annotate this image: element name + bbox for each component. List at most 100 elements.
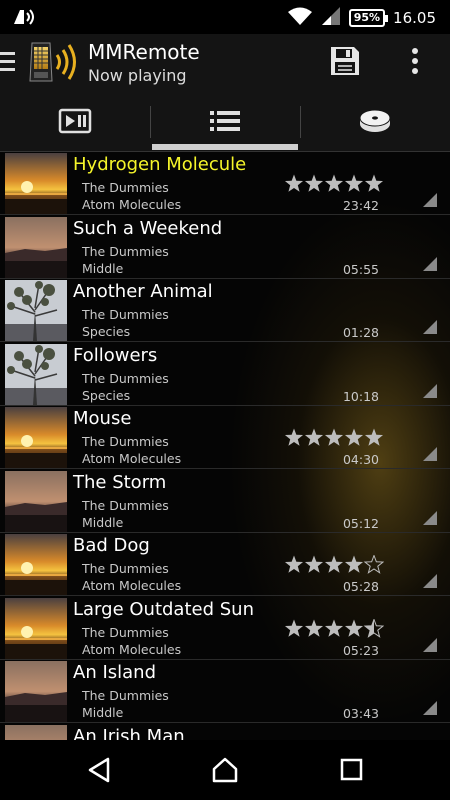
track-row[interactable]: An Irish Man <box>0 724 450 741</box>
star-filled-icon <box>344 619 364 637</box>
star-filled-icon <box>344 428 364 446</box>
track-artist: The Dummies <box>82 688 169 703</box>
album-art-thumbnail <box>5 216 67 278</box>
rating-stars[interactable] <box>284 174 384 194</box>
track-album: Atom Molecules <box>82 578 182 593</box>
notification-icon <box>12 7 38 31</box>
home-icon[interactable] <box>211 756 239 784</box>
app-title: MMRemote <box>88 40 200 64</box>
track-duration: 10:18 <box>342 388 379 404</box>
list-tab-icon <box>208 107 242 139</box>
track-title: The Storm <box>73 471 167 493</box>
star-filled-icon <box>344 174 364 192</box>
star-filled-icon <box>324 619 344 637</box>
track-row[interactable]: Followers The Dummies Species 10:18 <box>0 343 450 406</box>
app-subtitle: Now playing <box>88 66 187 85</box>
track-title: Another Animal <box>73 281 213 302</box>
star-filled-icon <box>284 619 304 637</box>
track-album: Middle <box>82 260 124 276</box>
row-menu-corner-icon[interactable] <box>423 383 437 398</box>
star-filled-icon <box>364 428 384 446</box>
track-row[interactable]: Bad Dog The Dummies Atom Molecules 05:28 <box>0 533 450 596</box>
signal-icon <box>321 6 341 30</box>
star-filled-icon <box>324 555 344 573</box>
wifi-icon <box>287 6 313 30</box>
navigation-bar <box>0 740 450 800</box>
tab-list[interactable] <box>150 92 300 152</box>
track-row[interactable]: The Storm The Dummies Middle 05:12 <box>0 470 450 533</box>
app-logo[interactable] <box>22 41 84 85</box>
track-row[interactable]: Hydrogen Molecule The Dummies Atom Molecul… <box>0 152 450 215</box>
track-artist: The Dummies <box>82 180 169 195</box>
album-art-thumbnail <box>5 661 67 722</box>
album-art-thumbnail <box>5 724 67 740</box>
album-art-thumbnail <box>5 280 67 341</box>
star-filled-icon <box>324 174 344 192</box>
track-title: Such a Weekend <box>73 217 223 239</box>
menu-icon[interactable] <box>0 52 15 76</box>
track-title: Hydrogen Molecule <box>73 154 247 175</box>
track-artist: The Dummies <box>82 561 169 576</box>
track-album: Atom Molecules <box>82 197 182 212</box>
track-row[interactable]: Such a Weekend The Dummies Middle 05:55 <box>0 216 450 279</box>
row-menu-corner-icon[interactable] <box>423 574 437 588</box>
overflow-icon[interactable] <box>406 46 424 78</box>
star-filled-icon <box>324 428 344 446</box>
track-duration: 05:28 <box>342 579 379 594</box>
tab-playback[interactable] <box>0 92 150 152</box>
star-filled-icon <box>284 555 304 573</box>
recents-icon[interactable] <box>338 756 366 784</box>
track-album: Species <box>82 324 131 339</box>
album-art-thumbnail <box>5 407 67 468</box>
track-row[interactable]: An Island The Dummies Middle 03:43 <box>0 660 450 723</box>
track-row[interactable]: Mouse The Dummies Atom Molecules 04:30 <box>0 406 450 469</box>
star-filled-icon <box>284 428 304 446</box>
row-menu-corner-icon[interactable] <box>423 256 437 271</box>
tab-bar <box>0 92 450 152</box>
rating-stars[interactable] <box>284 618 384 639</box>
star-filled-icon <box>304 428 324 446</box>
track-album: Atom Molecules <box>82 641 182 657</box>
track-list[interactable]: Hydrogen Molecule The Dummies Atom Molecul… <box>0 152 450 740</box>
star-filled-icon <box>304 555 324 573</box>
track-duration: 01:28 <box>342 325 379 340</box>
star-filled-icon <box>344 555 364 573</box>
tab-selected-indicator <box>152 144 298 150</box>
track-duration: 04:30 <box>342 452 379 467</box>
row-menu-corner-icon[interactable] <box>423 637 437 652</box>
track-row[interactable]: Large Outdated Sun The Dummies Atom Molecu… <box>0 597 450 660</box>
track-artist: The Dummies <box>82 434 169 449</box>
album-art-thumbnail <box>5 534 67 595</box>
star-filled-icon <box>304 619 324 637</box>
back-icon[interactable] <box>86 756 114 784</box>
track-title: Bad Dog <box>73 535 150 556</box>
track-duration: 23:42 <box>342 198 379 213</box>
row-menu-corner-icon[interactable] <box>423 320 437 334</box>
rating-stars[interactable] <box>284 555 384 575</box>
album-art-thumbnail <box>5 470 67 532</box>
clock: 16.05 <box>393 9 436 27</box>
track-title: Mouse <box>73 408 132 429</box>
row-menu-corner-icon[interactable] <box>423 701 437 715</box>
album-art-thumbnail <box>5 597 67 659</box>
row-menu-corner-icon[interactable] <box>423 510 437 525</box>
save-icon[interactable] <box>328 44 362 78</box>
disc-tab-icon <box>358 107 392 139</box>
star-empty-icon <box>363 555 384 574</box>
track-artist: The Dummies <box>82 624 169 640</box>
battery-icon: 95% <box>348 9 389 27</box>
track-title: An Irish Man <box>73 725 185 741</box>
tab-disc[interactable] <box>300 92 450 152</box>
rating-stars[interactable] <box>284 428 384 448</box>
star-filled-icon <box>304 174 324 192</box>
track-title: Large Outdated Sun <box>73 598 254 620</box>
row-menu-corner-icon[interactable] <box>423 193 437 207</box>
track-album: Atom Molecules <box>82 451 182 466</box>
track-row[interactable]: Another Animal The Dummies Species 01:28 <box>0 279 450 342</box>
track-artist: The Dummies <box>82 307 169 322</box>
track-album: Middle <box>82 514 124 530</box>
action-bar: MMRemote Now playing <box>0 34 450 92</box>
album-art-thumbnail <box>5 343 67 405</box>
track-title: Followers <box>73 344 158 366</box>
row-menu-corner-icon[interactable] <box>423 447 437 461</box>
